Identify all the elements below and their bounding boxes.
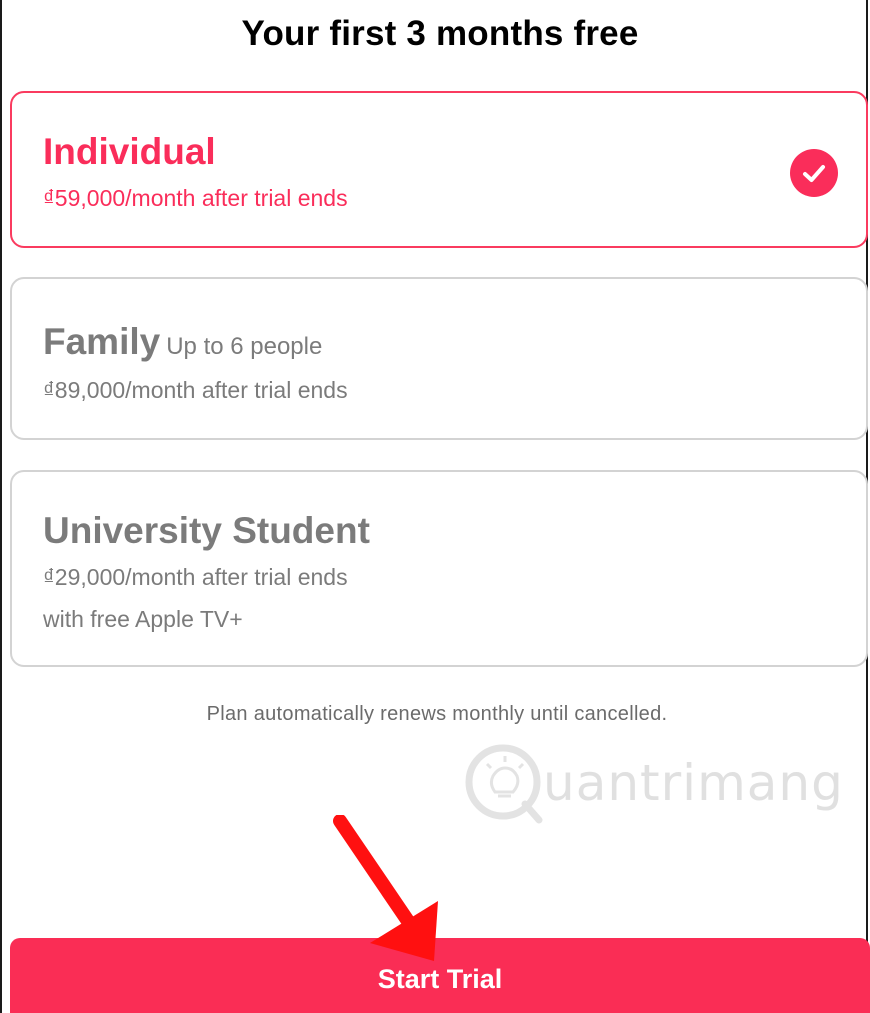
renewal-note: Plan automatically renews monthly until … xyxy=(206,703,668,725)
plan-price: ₫89,000/month after trial ends xyxy=(43,377,348,403)
plan-name: Individual xyxy=(43,131,216,172)
plan-extra-benefit: with free Apple TV+ xyxy=(43,606,243,632)
lightbulb-q-logo-icon xyxy=(465,744,543,824)
red-arrow-annotation-icon xyxy=(333,815,438,961)
plan-name-row: Family Up to 6 people xyxy=(43,321,322,363)
watermark: uantrimang xyxy=(463,738,863,828)
plan-price: ₫29,000/month after trial ends xyxy=(43,564,348,590)
plan-name: Family xyxy=(43,321,161,362)
plan-price: ₫59,000/month after trial ends xyxy=(43,185,348,211)
plan-option-family[interactable]: Family Up to 6 people ₫89,000/month after… xyxy=(10,277,868,440)
start-trial-label: Start Trial xyxy=(377,964,503,994)
plan-option-individual[interactable]: Individual ₫59,000/month after trial end… xyxy=(10,91,868,248)
plan-option-university-student[interactable]: University Student ₫29,000/month after t… xyxy=(10,470,868,667)
checkmark-circle-icon xyxy=(790,149,838,197)
window-frame-left xyxy=(0,0,2,1013)
plan-name: University Student xyxy=(43,510,370,551)
page-title: Your first 3 months free xyxy=(241,14,639,53)
watermark-text: uantrimang xyxy=(543,754,844,812)
plan-subtitle: Up to 6 people xyxy=(166,333,323,360)
